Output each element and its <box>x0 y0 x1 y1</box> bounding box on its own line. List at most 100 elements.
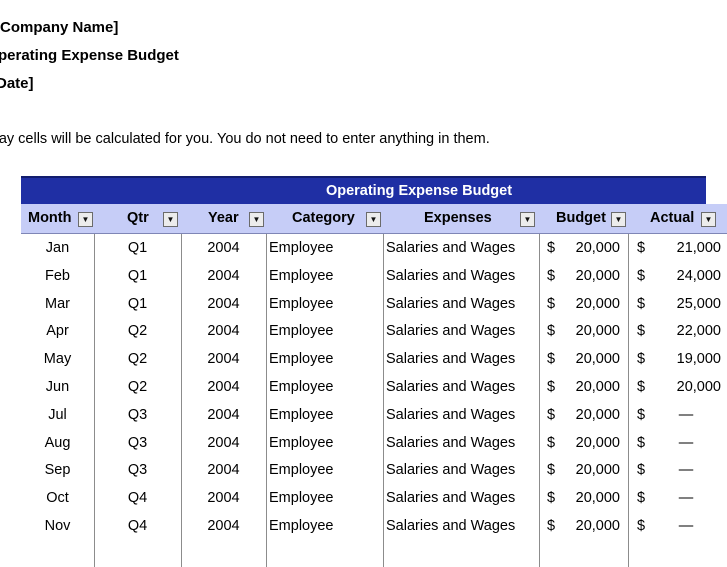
filter-dropdown-qtr[interactable]: ▼ <box>163 212 178 227</box>
cell-year[interactable]: 2004 <box>181 456 266 484</box>
cell-qtr[interactable]: Q3 <box>94 401 181 429</box>
cell-category[interactable]: Employee <box>269 456 379 484</box>
cell-expenses[interactable]: Salaries and Wages <box>386 456 536 484</box>
cell-actual-currency: $ <box>637 295 646 312</box>
cell-category[interactable]: Employee <box>269 290 379 318</box>
cell-actual[interactable]: 22,000 <box>661 317 721 345</box>
cell-year[interactable]: 2004 <box>181 234 266 262</box>
cell-budget[interactable]: 20,000 <box>561 234 620 262</box>
cell-budget[interactable]: 20,000 <box>561 317 620 345</box>
cell-month[interactable]: Aug <box>21 429 94 457</box>
cell-year[interactable]: 2004 <box>181 512 266 540</box>
cell-budget[interactable]: 20,000 <box>561 373 620 401</box>
cell-month[interactable]: Mar <box>21 290 94 318</box>
budget-table: Operating Expense Budget Month ▼ Qtr ▼ Y… <box>21 176 727 567</box>
cell-budget[interactable]: 20,000 <box>561 290 620 318</box>
cell-budget[interactable]: 20,000 <box>561 345 620 373</box>
cell-qtr[interactable]: Q3 <box>94 429 181 457</box>
cell-qtr[interactable]: Q1 <box>94 262 181 290</box>
filter-dropdown-budget[interactable]: ▼ <box>611 212 626 227</box>
cell-budget[interactable]: 20,000 <box>561 456 620 484</box>
cell-month[interactable]: Jan <box>21 234 94 262</box>
filter-dropdown-actual[interactable]: ▼ <box>701 212 716 227</box>
cell-budget[interactable]: 20,000 <box>561 401 620 429</box>
cell-category[interactable]: Employee <box>269 317 379 345</box>
cell-actual[interactable]: 24,000 <box>661 262 721 290</box>
cell-actual-currency: $ <box>637 323 646 340</box>
cell-month[interactable]: May <box>21 345 94 373</box>
cell-expenses[interactable]: Salaries and Wages <box>386 429 536 457</box>
cell-actual-currency: $ <box>637 240 646 256</box>
cell-year[interactable]: 2004 <box>181 429 266 457</box>
company-name: Company Name] <box>0 19 119 36</box>
cell-actual[interactable]: 25,000 <box>661 290 721 318</box>
filter-dropdown-expenses[interactable]: ▼ <box>520 212 535 227</box>
cell-actual[interactable]: 21,000 <box>661 234 721 262</box>
cell-actual[interactable]: 19,000 <box>661 345 721 373</box>
cell-actual-currency: $ <box>637 518 646 534</box>
filter-dropdown-category[interactable]: ▼ <box>366 212 381 227</box>
cell-month[interactable]: Sep <box>21 456 94 484</box>
cell-category[interactable]: Employee <box>269 429 379 457</box>
cell-year[interactable]: 2004 <box>181 373 266 401</box>
cell-budget[interactable]: 20,000 <box>561 512 620 540</box>
cell-year[interactable]: 2004 <box>181 317 266 345</box>
cell-actual[interactable]: — <box>676 512 696 540</box>
cell-month[interactable]: Apr <box>21 317 94 345</box>
cell-month[interactable]: Jul <box>21 401 94 429</box>
cell-month[interactable]: Feb <box>21 262 94 290</box>
cell-expenses[interactable]: Salaries and Wages <box>386 401 536 429</box>
cell-year[interactable]: 2004 <box>181 262 266 290</box>
cell-actual-currency: $ <box>637 434 646 451</box>
cell-actual[interactable]: — <box>676 484 696 512</box>
cell-expenses[interactable]: Salaries and Wages <box>386 317 536 345</box>
cell-category[interactable]: Employee <box>269 234 379 262</box>
cell-category[interactable]: Employee <box>269 345 379 373</box>
cell-expenses[interactable]: Salaries and Wages <box>386 290 536 318</box>
cell-expenses[interactable]: Salaries and Wages <box>386 484 536 512</box>
cell-actual[interactable]: 20,000 <box>661 373 721 401</box>
cell-category[interactable]: Employee <box>269 262 379 290</box>
table-row: Feb Q1 2004 Employee Salaries and Wages $20,0… <box>21 262 727 290</box>
cell-expenses[interactable]: Salaries and Wages <box>386 512 536 540</box>
cell-expenses[interactable]: Salaries and Wages <box>386 373 536 401</box>
cell-expenses[interactable]: Salaries and Wages <box>386 345 536 373</box>
cell-qtr[interactable]: Q2 <box>94 317 181 345</box>
column-header-label: Year <box>208 210 239 226</box>
cell-qtr[interactable]: Q3 <box>94 456 181 484</box>
cell-category[interactable]: Employee <box>269 512 379 540</box>
cell-year[interactable]: 2004 <box>181 401 266 429</box>
cell-qtr[interactable]: Q2 <box>94 345 181 373</box>
cell-actual[interactable]: — <box>676 401 696 429</box>
cell-expenses[interactable]: Salaries and Wages <box>386 262 536 290</box>
cell-category[interactable]: Employee <box>269 401 379 429</box>
cell-month[interactable]: Nov <box>21 512 94 540</box>
cell-budget[interactable]: 20,000 <box>561 484 620 512</box>
sheet-date: Date] <box>0 75 34 92</box>
cell-actual[interactable]: — <box>676 456 696 484</box>
cell-budget[interactable]: 20,000 <box>561 429 620 457</box>
filter-dropdown-month[interactable]: ▼ <box>78 212 93 227</box>
filter-dropdown-year[interactable]: ▼ <box>249 212 264 227</box>
cell-actual-currency: $ <box>637 490 646 507</box>
cell-category[interactable]: Employee <box>269 484 379 512</box>
cell-month[interactable]: Jun <box>21 373 94 401</box>
cell-actual-currency: $ <box>637 351 646 368</box>
cell-budget-currency: $ <box>547 490 556 507</box>
cell-year[interactable]: 2004 <box>181 484 266 512</box>
cell-budget[interactable]: 20,000 <box>561 262 620 290</box>
table-row: Apr Q2 2004 Employee Salaries and Wages $20,0… <box>21 317 727 345</box>
cell-year[interactable]: 2004 <box>181 345 266 373</box>
cell-qtr[interactable]: Q2 <box>94 373 181 401</box>
cell-category[interactable]: Employee <box>269 373 379 401</box>
cell-month[interactable]: Oct <box>21 484 94 512</box>
cell-budget-currency: $ <box>547 323 556 340</box>
cell-expenses[interactable]: Salaries and Wages <box>386 234 536 262</box>
cell-qtr[interactable]: Q1 <box>94 290 181 318</box>
cell-actual[interactable]: — <box>676 429 696 457</box>
cell-qtr[interactable]: Q1 <box>94 234 181 262</box>
instruction-note: ray cells will be calculated for you. Yo… <box>0 131 490 147</box>
cell-year[interactable]: 2004 <box>181 290 266 318</box>
cell-qtr[interactable]: Q4 <box>94 512 181 540</box>
cell-qtr[interactable]: Q4 <box>94 484 181 512</box>
